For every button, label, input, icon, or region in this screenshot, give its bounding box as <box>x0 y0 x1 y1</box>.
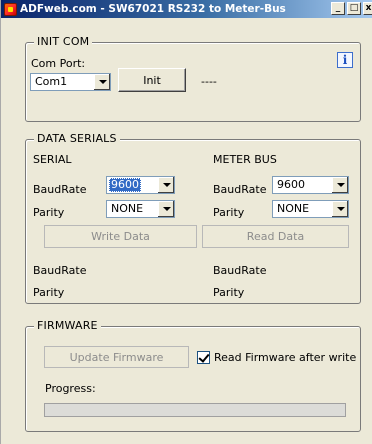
maximize-button[interactable]: □ <box>347 2 361 15</box>
read-after-write-checkbox[interactable] <box>197 351 210 364</box>
init-com-group: INIT COM Com Port: Com1 Init ---- i <box>25 35 361 122</box>
serial-parity-label: Parity <box>33 206 65 219</box>
meter-baudrate-value: 9600 <box>277 178 305 191</box>
app-icon <box>4 2 17 16</box>
serial-parity-value: NONE <box>111 202 144 215</box>
com-port-label: Com Port: <box>31 57 86 70</box>
serial-header: SERIAL <box>33 153 72 166</box>
com-port-select[interactable]: Com1 <box>30 73 111 91</box>
title-bar[interactable]: ADFweb.com - SW67021 RS232 to Meter-Bus … <box>1 0 372 18</box>
connection-status: ---- <box>201 75 217 88</box>
meter-parity-value: NONE <box>277 202 310 215</box>
data-serials-group: DATA SERIALS SERIAL METER BUS BaudRate 9… <box>25 132 361 304</box>
write-data-button[interactable]: Write Data <box>44 225 197 248</box>
serial-baudrate-select[interactable]: 9600 <box>106 176 175 194</box>
meter-read-parity: Parity <box>213 286 245 299</box>
firmware-legend: FIRMWARE <box>34 319 101 332</box>
chevron-down-icon[interactable] <box>331 201 348 217</box>
serial-baudrate-value: 9600 <box>109 178 141 192</box>
minimize-button[interactable]: _ <box>331 2 345 15</box>
serial-read-parity: Parity <box>33 286 65 299</box>
firmware-group: FIRMWARE Update Firmware Read Firmware a… <box>25 319 361 432</box>
update-firmware-button[interactable]: Update Firmware <box>44 346 189 368</box>
serial-parity-select[interactable]: NONE <box>106 200 175 218</box>
meter-read-baudrate: BaudRate <box>213 264 267 277</box>
close-button[interactable]: x <box>363 2 372 15</box>
info-icon[interactable]: i <box>337 52 353 68</box>
data-serials-legend: DATA SERIALS <box>34 132 120 145</box>
meter-parity-label: Parity <box>213 206 245 219</box>
meter-baudrate-label: BaudRate <box>213 183 267 196</box>
progress-label: Progress: <box>45 382 96 395</box>
init-button[interactable]: Init <box>118 68 186 92</box>
read-after-write-label[interactable]: Read Firmware after write <box>214 351 356 364</box>
meter-bus-header: METER BUS <box>213 153 277 166</box>
meter-parity-select[interactable]: NONE <box>272 200 349 218</box>
window-controls: _ □ x <box>329 2 372 15</box>
serial-baudrate-label: BaudRate <box>33 183 87 196</box>
chevron-down-icon[interactable] <box>93 74 110 90</box>
firmware-progress-bar <box>44 403 346 417</box>
meter-baudrate-select[interactable]: 9600 <box>272 176 349 194</box>
chevron-down-icon[interactable] <box>331 177 348 193</box>
init-com-legend: INIT COM <box>34 35 93 48</box>
chevron-down-icon[interactable] <box>157 201 174 217</box>
app-window: ADFweb.com - SW67021 RS232 to Meter-Bus … <box>0 0 372 444</box>
read-data-button[interactable]: Read Data <box>202 225 349 248</box>
serial-read-baudrate: BaudRate <box>33 264 87 277</box>
com-port-value: Com1 <box>35 75 68 88</box>
chevron-down-icon[interactable] <box>157 177 174 193</box>
window-title: ADFweb.com - SW67021 RS232 to Meter-Bus <box>20 3 286 15</box>
